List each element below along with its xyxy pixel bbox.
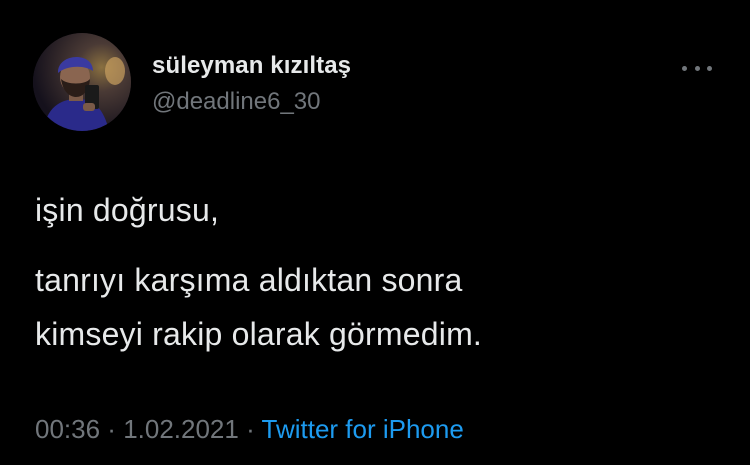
tweet-source-link[interactable]: Twitter for iPhone [262, 414, 464, 444]
dot-icon [707, 65, 712, 71]
avatar-photo [33, 33, 131, 131]
tweet-meta: 00:36 · 1.02.2021 · Twitter for iPhone [35, 414, 464, 445]
more-options-icon[interactable] [682, 58, 712, 78]
tweet-text-line: işin doğrusu, [35, 192, 220, 228]
tweet-date[interactable]: 1.02.2021 [123, 414, 239, 444]
avatar[interactable] [33, 33, 131, 131]
dot-icon [682, 65, 687, 71]
meta-separator: · [100, 414, 124, 444]
tweet-text-line: kimseyi rakip olarak görmedim. [35, 316, 483, 352]
tweet-card: süleyman kızıltaş @deadline6_30 işin doğ… [0, 0, 750, 465]
tweet-time[interactable]: 00:36 [35, 414, 100, 444]
display-name[interactable]: süleyman kızıltaş [152, 52, 351, 80]
dot-icon [694, 65, 700, 71]
meta-separator: · [238, 414, 262, 444]
user-handle[interactable]: @deadline6_30 [152, 88, 321, 116]
tweet-text-line: tanrıyı karşıma aldıktan sonra [35, 262, 463, 298]
